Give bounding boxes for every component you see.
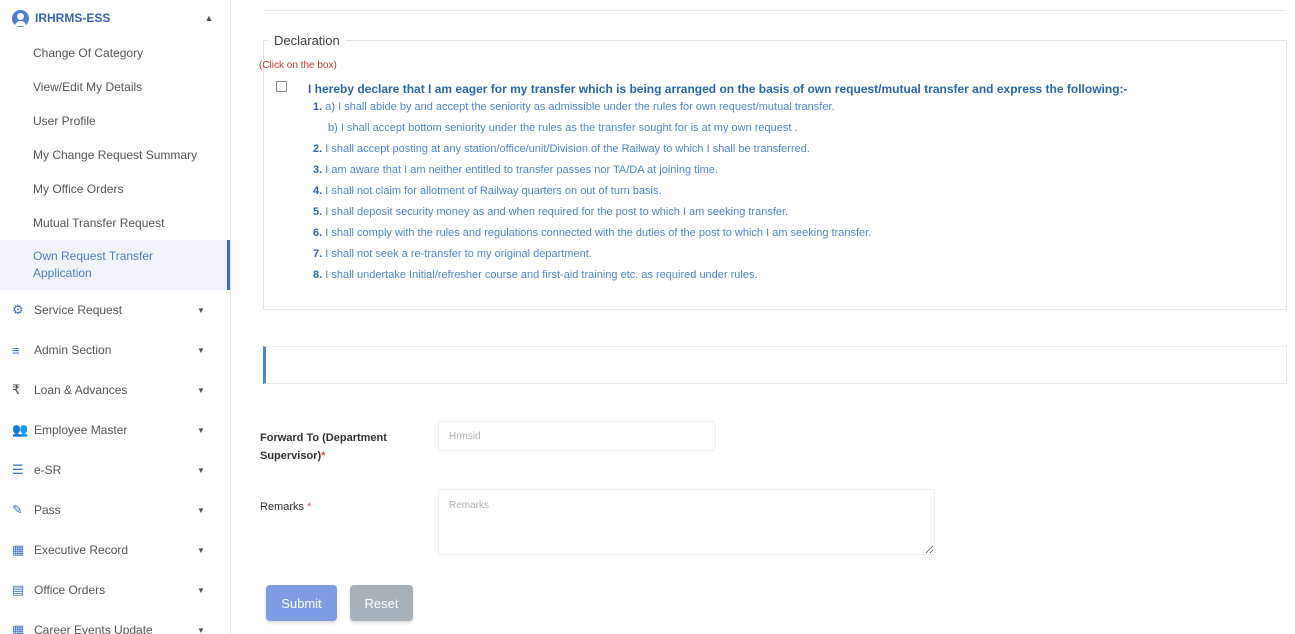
- reset-button[interactable]: Reset: [350, 585, 413, 621]
- line-text: I shall not claim for allotment of Railw…: [325, 185, 662, 197]
- sidebar-menu-employee-master[interactable]: 👥 Employee Master ▼: [0, 410, 230, 450]
- rupee-icon: ₹: [12, 382, 21, 397]
- forward-to-label: Forward To (Department Supervisor)*: [260, 429, 420, 465]
- ticket-icon: ✎: [12, 502, 23, 517]
- sidebar-item-mutual-transfer-request[interactable]: Mutual Transfer Request: [0, 206, 230, 240]
- table-icon: ▦: [12, 622, 25, 634]
- declaration-line-3: 3. I am aware that I am neither entitled…: [313, 164, 718, 176]
- declaration-line-4: 4. I shall not claim for allotment of Ra…: [313, 185, 662, 197]
- table-icon: ▦: [12, 542, 25, 557]
- chevron-down-icon: ▼: [197, 585, 205, 595]
- line-text: I shall accept posting at any station/of…: [325, 143, 810, 155]
- sidebar-item-label: My Office Orders: [33, 182, 124, 196]
- sidebar-header-irhrms-ess[interactable]: IRHRMS-ESS ▲: [0, 0, 230, 36]
- chevron-up-icon: ▲: [204, 13, 214, 23]
- required-mark: *: [321, 450, 326, 462]
- sidebar-item-label: View/Edit My Details: [33, 80, 143, 94]
- chevron-down-icon: ▼: [197, 385, 205, 395]
- line-text: I shall comply with the rules and regula…: [325, 227, 872, 239]
- chevron-down-icon: ▼: [197, 465, 205, 475]
- sidebar-menu-career-events-update[interactable]: ▦ Career Events Update ▼: [0, 610, 230, 634]
- declaration-line-1a: 1. a) I shall abide by and accept the se…: [313, 101, 835, 113]
- sidebar-header-label: IRHRMS-ESS: [35, 11, 111, 25]
- sidebar-item-label: My Change Request Summary: [33, 148, 198, 162]
- declaration-line-2: 2. I shall accept posting at any station…: [313, 143, 810, 155]
- declaration-line-1b: b) I shall accept bottom seniority under…: [328, 122, 798, 134]
- sidebar-menu-label: Loan & Advances: [34, 383, 128, 397]
- sidebar-menu-label: Service Request: [34, 303, 123, 317]
- sidebar-item-change-request-summary[interactable]: My Change Request Summary: [0, 138, 230, 172]
- remarks-textarea[interactable]: [438, 489, 935, 555]
- line-number: 4.: [313, 185, 323, 197]
- chevron-down-icon: ▼: [197, 505, 205, 515]
- required-mark: *: [307, 501, 312, 513]
- sidebar-item-own-request-transfer[interactable]: Own Request Transfer Application: [0, 240, 230, 290]
- line-number: 1.: [313, 101, 323, 113]
- sidebar: IRHRMS-ESS ▲ Change Of Category View/Edi…: [0, 0, 231, 634]
- sidebar-item-change-of-category[interactable]: Change Of Category: [0, 36, 230, 70]
- sidebar-item-label: Change Of Category: [33, 46, 144, 60]
- chevron-down-icon: ▼: [197, 305, 205, 315]
- user-circle-icon: [12, 9, 29, 27]
- line-number: 8.: [313, 269, 323, 281]
- remarks-label: Remarks *: [260, 501, 311, 513]
- sidebar-menu-service-request[interactable]: ⚙ Service Request ▼: [0, 290, 230, 330]
- chevron-down-icon: ▼: [197, 545, 205, 555]
- line-text: I shall undertake Initial/refresher cour…: [325, 269, 758, 281]
- declaration-heading: I hereby declare that I am eager for my …: [308, 82, 1128, 96]
- declaration-line-6: 6. I shall comply with the rules and reg…: [313, 227, 871, 239]
- forward-to-input[interactable]: [438, 421, 716, 451]
- sidebar-menu-admin-section[interactable]: ≡ Admin Section ▼: [0, 330, 230, 370]
- bars-icon: ≡: [12, 342, 20, 358]
- sidebar-menu-label: Career Events Update: [34, 623, 153, 634]
- main-content: Declaration (Click on the box) I hereby …: [231, 0, 1295, 634]
- sidebar-item-view-edit-details[interactable]: View/Edit My Details: [0, 70, 230, 104]
- users-icon: 👥: [12, 422, 29, 437]
- declaration-checkbox[interactable]: [276, 81, 287, 92]
- line-text: I shall deposit security money as and wh…: [325, 206, 789, 218]
- line-number: 6.: [313, 227, 323, 239]
- declaration-legend: Declaration: [268, 33, 346, 48]
- sidebar-item-label: Mutual Transfer Request: [33, 216, 165, 230]
- sidebar-menu-label: Pass: [34, 503, 61, 517]
- sidebar-menu-executive-record[interactable]: ▦ Executive Record ▼: [0, 530, 230, 570]
- declaration-line-5: 5. I shall deposit security money as and…: [313, 206, 788, 218]
- line-number: 5.: [313, 206, 323, 218]
- submit-button[interactable]: Submit: [266, 585, 337, 621]
- click-note: (Click on the box): [259, 60, 337, 71]
- line-text: b) I shall accept bottom seniority under…: [328, 122, 798, 134]
- line-number: 3.: [313, 164, 323, 176]
- sidebar-item-user-profile[interactable]: User Profile: [0, 104, 230, 138]
- remarks-label-text: Remarks: [260, 501, 305, 513]
- sidebar-item-label: Own Request Transfer Application: [33, 249, 154, 280]
- sidebar-menu-label: Admin Section: [34, 343, 112, 357]
- line-text: a) I shall abide by and accept the senio…: [325, 101, 835, 113]
- sidebar-item-label: User Profile: [33, 114, 96, 128]
- sidebar-menu-office-orders[interactable]: ▤ Office Orders ▼: [0, 570, 230, 610]
- declaration-line-7: 7. I shall not seek a re-transfer to my …: [313, 248, 592, 260]
- line-number: 7.: [313, 248, 323, 260]
- sidebar-item-my-office-orders[interactable]: My Office Orders: [0, 172, 230, 206]
- database-icon: ☰: [12, 462, 24, 477]
- declaration-line-8: 8. I shall undertake Initial/refresher c…: [313, 269, 758, 281]
- sidebar-menu-label: e-SR: [34, 463, 62, 477]
- sidebar-menu-pass[interactable]: ✎ Pass ▼: [0, 490, 230, 530]
- divider: [264, 10, 1286, 11]
- sidebar-menu-label: Executive Record: [34, 543, 129, 557]
- info-bar: [263, 346, 1287, 384]
- sidebar-menu-label: Office Orders: [34, 583, 106, 597]
- line-number: 2.: [313, 143, 323, 155]
- line-text: I shall not seek a re-transfer to my ori…: [325, 248, 592, 260]
- cogs-icon: ⚙: [12, 302, 24, 317]
- chevron-down-icon: ▼: [197, 625, 205, 634]
- sidebar-menu-label: Employee Master: [34, 423, 128, 437]
- chevron-down-icon: ▼: [197, 425, 205, 435]
- line-text: I am aware that I am neither entitled to…: [325, 164, 718, 176]
- sidebar-menu-loan-advances[interactable]: ₹ Loan & Advances ▼: [0, 370, 230, 410]
- sidebar-menu-e-sr[interactable]: ☰ e-SR ▼: [0, 450, 230, 490]
- chevron-down-icon: ▼: [197, 345, 205, 355]
- file-icon: ▤: [12, 582, 25, 597]
